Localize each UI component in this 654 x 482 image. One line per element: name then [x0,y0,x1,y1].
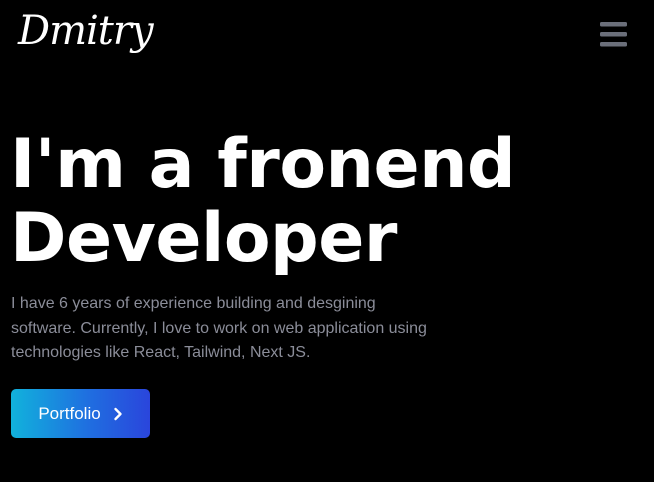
hamburger-menu-icon [600,22,627,47]
portfolio-button[interactable]: Portfolio [11,389,150,438]
hero-title-line-2: Developer [10,199,397,278]
hero-title: I'm a fronend Developer [10,125,516,278]
chevron-right-icon [113,407,122,420]
menu-button[interactable] [596,18,632,50]
hero-description-line: I have 6 years of experience building an… [11,295,376,312]
hero-description-line: software. Currently, I love to work on w… [11,319,427,337]
hero-description-line: technologies like React, Tailwind, Next … [11,344,311,361]
hero-description: I have 6 years of experience building an… [11,292,461,366]
hero-title-line-1: I'm a fronend [10,125,516,204]
logo[interactable]: Dmitry [18,2,154,60]
portfolio-button-label: Portfolio [38,403,101,423]
navbar: Dmitry [0,0,654,70]
